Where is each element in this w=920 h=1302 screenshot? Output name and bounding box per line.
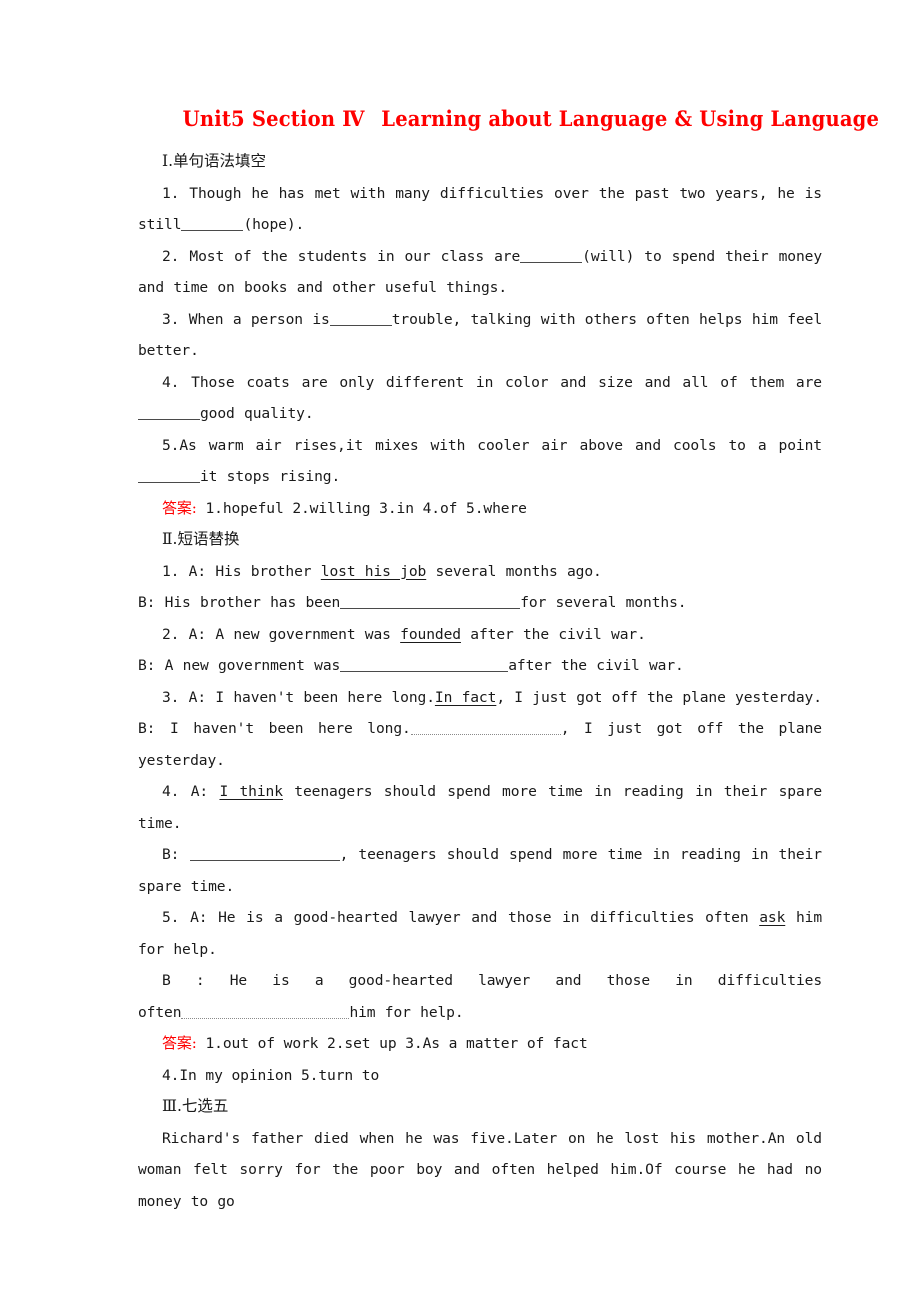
dialogue-2-4-b: B: , teenagers should spend more time in… — [138, 839, 822, 902]
dialogue-2-2-b: B: A new government was after the civil w… — [138, 650, 822, 682]
dialogue-text-after: several months ago. — [426, 562, 602, 580]
underlined-phrase: lost his job — [320, 562, 427, 580]
speaker-label: A: — [190, 783, 209, 800]
dialogue-text-before: He is a good-hearted lawyer and those in… — [218, 909, 760, 926]
answer-line-section-2a: 答案: 1.out of work 2.set up 3.As a matter… — [138, 1028, 822, 1060]
speaker-label: A: — [188, 688, 207, 706]
question-number: 1. — [162, 184, 180, 202]
speaker-label: B: — [138, 594, 156, 611]
speaker-label: B : — [162, 972, 205, 989]
speaker-label: B: — [138, 657, 156, 674]
dialogue-text-before: A new government was — [164, 657, 341, 674]
speaker-label: A: — [188, 562, 207, 580]
answer-text: 4.In my opinion 5.turn to — [162, 1066, 380, 1084]
item-number: 4. — [162, 783, 180, 800]
title-unit-section: Unit5 Section Ⅳ — [182, 106, 365, 131]
question-1-2: 2. Most of the students in our class are… — [138, 241, 822, 304]
dialogue-2-2-a: 2. A: A new government was founded after… — [138, 619, 822, 651]
fill-blank[interactable] — [181, 217, 244, 231]
section-heading-2: Ⅱ.短语替换 — [162, 530, 240, 548]
answer-line-section-1: 答案: 1.hopeful 2.willing 3.in 4.of 5.wher… — [138, 493, 822, 525]
underlined-phrase: In fact — [434, 688, 497, 706]
section-heading-3: Ⅲ.七选五 — [162, 1097, 229, 1115]
question-text-after: (hope). — [243, 216, 305, 233]
dialogue-text-before: I haven't been here long. — [215, 688, 435, 706]
dialogue-2-1-b: B: His brother has been for several month… — [138, 587, 822, 619]
answer-label: 答案: — [162, 498, 197, 517]
underlined-phrase: ask — [759, 909, 786, 926]
question-1-1: 1. Though he has met with many difficult… — [138, 178, 822, 241]
reading-passage: Richard's father died when he was five.L… — [138, 1129, 822, 1210]
dialogue-text-after: after the civil war. — [508, 657, 684, 674]
worksheet-page: Unit5 Section Ⅳ Learning about Language &… — [0, 0, 920, 1302]
question-text-after: it stops rising. — [200, 468, 341, 485]
dialogue-text-after: , I just got off the plane yesterday. — [496, 688, 822, 706]
fill-blank[interactable] — [520, 249, 583, 263]
dialogue-text-before: His brother has been — [164, 594, 341, 611]
answer-label: 答案: — [162, 1034, 197, 1052]
dialogue-text-continuation: often — [138, 1003, 182, 1021]
dialogue-2-1-a: 1. A: His brother lost his job several m… — [138, 556, 822, 588]
dialogue-text-after: for several months. — [520, 594, 687, 611]
section-heading-1: Ⅰ.单句语法填空 — [162, 152, 267, 170]
underlined-phrase: I think — [219, 783, 283, 800]
item-number: 3. — [162, 688, 180, 706]
item-number: 5. — [162, 909, 180, 926]
answer-text: 1.out of work 2.set up 3.As a matter of … — [205, 1035, 588, 1052]
question-1-3: 3. When a person is trouble, talking with… — [138, 304, 822, 367]
question-1-5: 5.As warm air rises,it mixes with cooler… — [138, 430, 822, 493]
fill-blank[interactable] — [340, 595, 521, 609]
dialogue-text-after: after the civil war. — [460, 625, 646, 643]
fill-blank[interactable] — [329, 312, 392, 326]
dialogue-2-3-a: 3. A: I haven't been here long.In fact, … — [138, 682, 822, 714]
fill-blank[interactable] — [181, 1005, 350, 1019]
document-content: Unit5 Section Ⅳ Learning about Language &… — [138, 104, 879, 1217]
fill-blank[interactable] — [340, 658, 509, 672]
dialogue-text-before: A new government was — [215, 625, 401, 643]
dialogue-text-before: I haven't been here long. — [169, 720, 411, 737]
dialogue-2-5-a: 5. A: He is a good-hearted lawyer and th… — [138, 902, 822, 965]
fill-blank[interactable] — [410, 721, 561, 735]
answer-line-section-2b: 4.In my opinion 5.turn to — [138, 1060, 822, 1092]
question-number: 2. — [162, 247, 180, 265]
fill-blank[interactable] — [138, 469, 200, 483]
question-text-before: When a person is — [188, 310, 330, 328]
item-number: 1. — [162, 562, 180, 580]
speaker-label: A: — [188, 625, 207, 643]
dialogue-2-4-a: 4. A: I think teenagers should spend mor… — [138, 776, 822, 839]
question-number: 3. — [162, 310, 180, 328]
dialogue-2-3-b: B: I haven't been here long., I just got… — [138, 713, 822, 776]
dialogue-text-after: him for help. — [349, 1003, 464, 1021]
speaker-label: A: — [190, 909, 208, 926]
question-number: 5. — [162, 436, 180, 454]
answer-text: 1.hopeful 2.willing 3.in 4.of 5.where — [205, 499, 527, 517]
speaker-label: B: — [162, 846, 180, 863]
dialogue-2-5-b: B : He is a good-hearted lawyer and thos… — [138, 965, 822, 997]
underlined-phrase: founded — [400, 625, 461, 643]
speaker-label: B: — [138, 720, 156, 737]
dialogue-2-5-b-cont: often him for help. — [138, 997, 822, 1029]
question-text-before: Those coats are only different in color … — [191, 373, 822, 391]
page-title: Unit5 Section Ⅳ Learning about Language &… — [138, 104, 879, 134]
title-subject: Learning about Language & Using Language — [381, 106, 880, 131]
item-number: 2. — [162, 625, 180, 643]
question-text-before: As warm air rises,it mixes with cooler a… — [179, 436, 822, 454]
question-1-4: 4. Those coats are only different in col… — [138, 367, 822, 430]
dialogue-text-before: He is a good-hearted lawyer and those in… — [229, 972, 823, 989]
question-text-after: good quality. — [200, 405, 314, 422]
question-number: 4. — [162, 373, 180, 391]
fill-blank[interactable] — [189, 847, 340, 861]
fill-blank[interactable] — [138, 406, 200, 420]
question-text-before: Most of the students in our class are — [189, 247, 521, 265]
dialogue-text-before: His brother — [215, 562, 321, 580]
